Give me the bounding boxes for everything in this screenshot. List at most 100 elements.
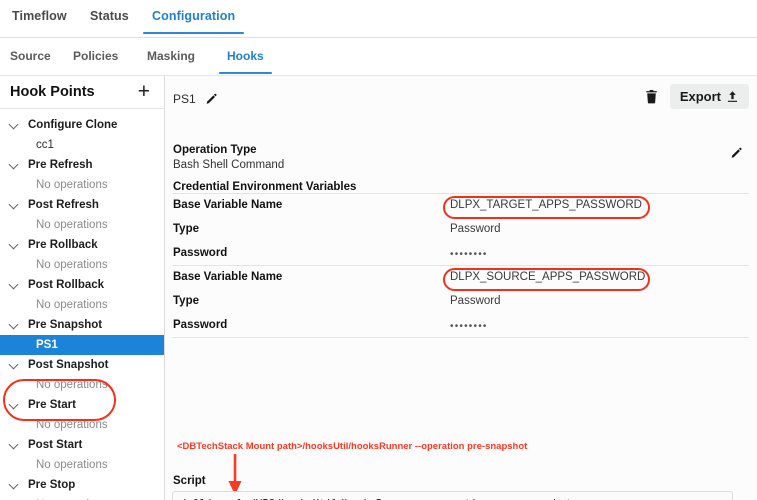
tab-policies-label: Policies [73, 49, 118, 63]
sidebar-empty-label: No operations [0, 295, 164, 315]
base-variable-name-value: DLPX_SOURCE_APPS_PASSWORD [450, 271, 645, 283]
credential-password-value: •••••••• [450, 321, 488, 332]
plus-icon[interactable]: + [138, 79, 150, 105]
sidebar-group-label: Pre Start [28, 399, 76, 411]
active-tab-underline [143, 32, 244, 35]
sidebar-group-label: Pre Rollback [28, 239, 98, 251]
trash-icon[interactable] [645, 89, 658, 109]
annotation-arrow-icon [225, 454, 245, 496]
credential-type-label: Type [173, 295, 199, 307]
script-label: Script [173, 475, 206, 487]
sidebar-group-label: Pre Stop [28, 479, 75, 491]
chevron-down-icon[interactable] [10, 241, 19, 250]
sidebar-group-post-refresh[interactable]: Post Refresh [0, 195, 164, 215]
hook-detail-panel: PS1 Export Operation Type Bash Shell Com… [165, 75, 757, 500]
annotation-text: <DBTechStack Mount path>/hooksUtil/hooks… [177, 441, 527, 452]
sidebar-group-pre-stop[interactable]: Pre Stop [0, 475, 164, 495]
row-divider [173, 337, 749, 338]
sidebar-empty-label: No operations [0, 495, 164, 500]
credential-password-label: Password [173, 319, 227, 331]
row-divider [173, 193, 749, 194]
detail-row-base-variable-name: Base Variable Name DLPX_TARGET_APPS_PASSW… [165, 195, 757, 219]
detail-row-credential-type: Type Password [165, 291, 757, 315]
page-title: Hook Points [10, 84, 95, 100]
chevron-down-icon[interactable] [10, 201, 19, 210]
primary-tab-bar: Timeflow Status Configuration [0, 0, 757, 38]
sidebar-empty-label: No operations [0, 375, 164, 395]
chevron-down-icon[interactable] [10, 121, 19, 130]
sidebar-group-label: Pre Snapshot [28, 319, 102, 331]
operation-type-value: Bash Shell Command [173, 159, 284, 171]
sidebar-group-label: Post Snapshot [28, 359, 109, 371]
sidebar-group-post-snapshot[interactable]: Post Snapshot [0, 355, 164, 375]
tab-status[interactable]: Status [90, 9, 129, 23]
credential-password-value: •••••••• [450, 249, 488, 260]
tab-masking[interactable]: Masking [147, 49, 195, 63]
chevron-down-icon[interactable] [10, 401, 19, 410]
hooks-configuration-page: Timeflow Status Configuration Source Pol… [0, 0, 757, 500]
detail-row-credential-password: Password •••••••• [165, 243, 757, 267]
tab-hooks-label: Hooks [227, 49, 264, 63]
script-input[interactable] [172, 491, 733, 500]
base-variable-name-label: Base Variable Name [173, 271, 282, 283]
hook-name: PS1 [173, 92, 196, 106]
sidebar-empty-label: No operations [0, 415, 164, 435]
sidebar-group-label: Post Start [28, 439, 82, 451]
sidebar-hook-item[interactable]: cc1 [0, 135, 164, 155]
tab-policies[interactable]: Policies [73, 49, 118, 63]
sidebar-group-post-start[interactable]: Post Start [0, 435, 164, 455]
sidebar-group-configure-clone[interactable]: Configure Clone [0, 115, 164, 135]
sidebar-group-label: Post Refresh [28, 199, 99, 211]
edit-operation-pencil-icon[interactable] [730, 145, 743, 163]
active-subtab-underline [219, 72, 272, 75]
chevron-down-icon[interactable] [10, 321, 19, 330]
sidebar-group-pre-rollback[interactable]: Pre Rollback [0, 235, 164, 255]
pencil-icon[interactable] [205, 91, 218, 109]
sidebar-group-label: Pre Refresh [28, 159, 93, 171]
base-variable-name-label: Base Variable Name [173, 199, 282, 211]
tab-source-label: Source [10, 49, 51, 63]
secondary-tab-bar: Source Policies Masking Hooks [0, 38, 757, 75]
detail-row-credential-password: Password •••••••• [165, 315, 757, 339]
sidebar-empty-label: No operations [0, 175, 164, 195]
credential-type-value: Password [450, 223, 501, 235]
hook-points-sidebar: Hook Points + Configure Clone cc1 Pre Refr… [0, 75, 165, 500]
tab-status-label: Status [90, 9, 129, 23]
upload-icon [726, 90, 739, 103]
sidebar-empty-label: No operations [0, 255, 164, 275]
hook-point-list: Configure Clone cc1 Pre Refresh No operatio… [0, 109, 164, 500]
credential-type-value: Password [450, 295, 501, 307]
sidebar-group-pre-snapshot[interactable]: Pre Snapshot [0, 315, 164, 335]
row-divider [173, 265, 749, 266]
chevron-down-icon[interactable] [10, 441, 19, 450]
export-button-label: Export [680, 89, 721, 104]
detail-row-credential-type: Type Password [165, 219, 757, 243]
tab-source[interactable]: Source [10, 49, 51, 63]
chevron-down-icon[interactable] [10, 481, 19, 490]
tab-configuration[interactable]: Configuration [152, 9, 235, 23]
credential-password-label: Password [173, 247, 227, 259]
tab-timeflow-label: Timeflow [12, 9, 67, 23]
sidebar-group-pre-start[interactable]: Pre Start [0, 395, 164, 415]
credential-type-label: Type [173, 223, 199, 235]
chevron-down-icon[interactable] [10, 361, 19, 370]
operation-type-label: Operation Type [173, 144, 257, 156]
credential-section-label: Credential Environment Variables [173, 181, 356, 193]
chevron-down-icon[interactable] [10, 281, 19, 290]
sidebar-empty-label: No operations [0, 215, 164, 235]
export-button[interactable]: Export [670, 84, 749, 109]
tab-configuration-label: Configuration [152, 9, 235, 23]
sidebar-group-post-rollback[interactable]: Post Rollback [0, 275, 164, 295]
base-variable-name-value: DLPX_TARGET_APPS_PASSWORD [450, 199, 642, 211]
sidebar-group-pre-refresh[interactable]: Pre Refresh [0, 155, 164, 175]
tab-masking-label: Masking [147, 49, 195, 63]
sidebar-group-label: Configure Clone [28, 119, 117, 131]
tab-hooks[interactable]: Hooks [227, 49, 264, 63]
sidebar-hook-item[interactable]: PS1 [0, 335, 164, 355]
chevron-down-icon[interactable] [10, 161, 19, 170]
sidebar-group-label: Post Rollback [28, 279, 104, 291]
sidebar-header: Hook Points + [0, 76, 164, 109]
sidebar-empty-label: No operations [0, 455, 164, 475]
tab-timeflow[interactable]: Timeflow [12, 9, 67, 23]
detail-row-base-variable-name: Base Variable Name DLPX_SOURCE_APPS_PASSW… [165, 267, 757, 291]
